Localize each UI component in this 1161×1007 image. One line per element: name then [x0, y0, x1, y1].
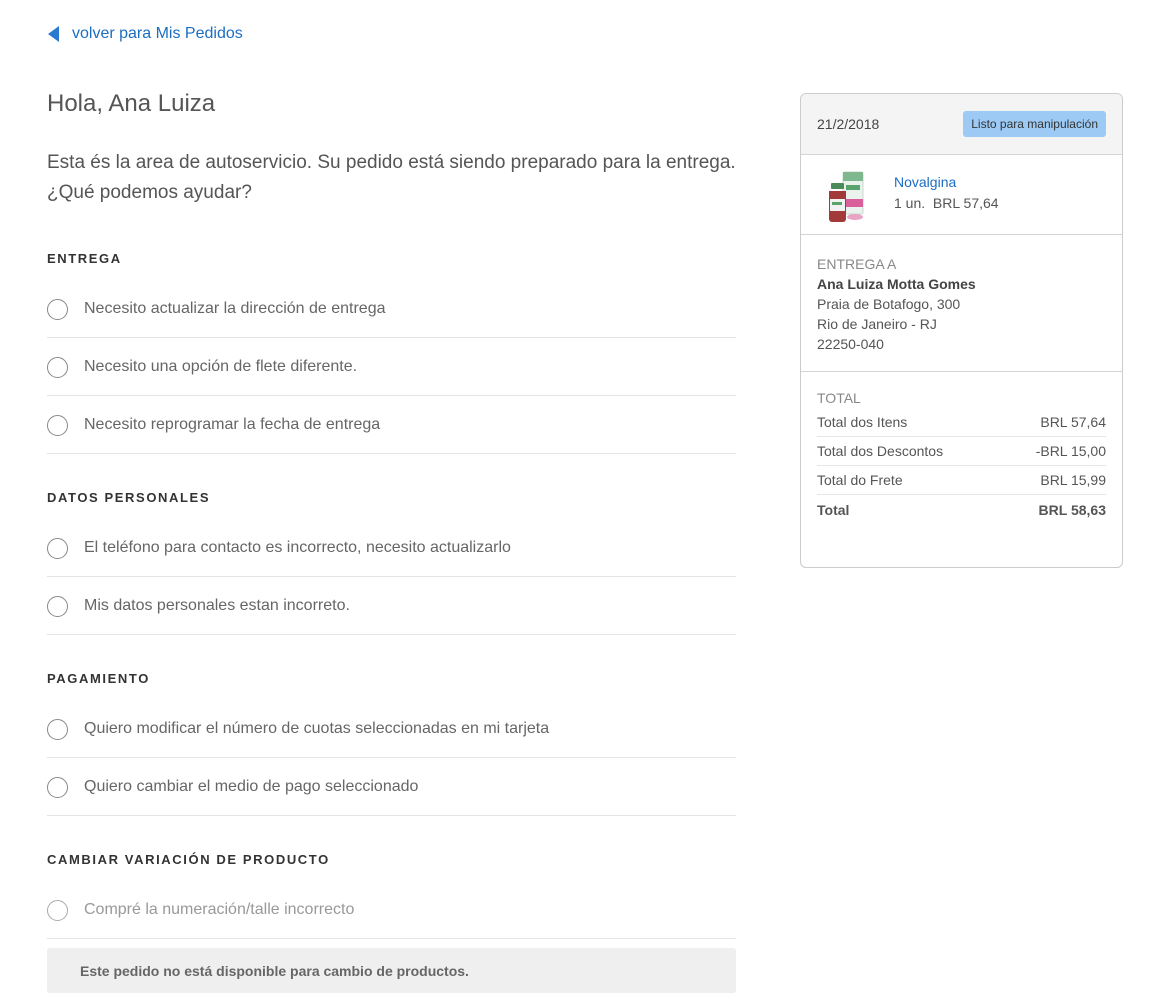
- order-card-header: 21/2/2018 Listo para manipulación: [801, 94, 1122, 155]
- option-label: Necesito una opción de flete diferente.: [84, 357, 358, 375]
- delivery-label: ENTREGA A: [817, 256, 897, 272]
- back-to-orders-link[interactable]: volver para Mis Pedidos: [48, 25, 243, 43]
- option-reschedule-delivery[interactable]: Necesito reprogramar la fecha de entrega: [47, 396, 736, 454]
- self-service-main: Hola, Ana Luiza Esta és la area de autos…: [47, 88, 736, 993]
- product-item: Novalgina 1 un. BRL 57,64: [801, 155, 1122, 235]
- total-items-row: Total dos Itens BRL 57,64: [817, 408, 1106, 437]
- radio-icon[interactable]: [47, 299, 68, 320]
- section-cambiar-variacion: CAMBIAR VARIACIÓN DE PRODUCTO Compré la …: [47, 852, 736, 993]
- total-row-label: Total dos Itens: [817, 414, 908, 430]
- total-row-value: -BRL 15,00: [1035, 443, 1106, 459]
- option-update-address[interactable]: Necesito actualizar la dirección de entr…: [47, 280, 736, 338]
- option-personal-data-incorrect[interactable]: Mis datos personales estan incorreto.: [47, 577, 736, 635]
- option-label: El teléfono para contacto es incorrecto,…: [84, 538, 511, 556]
- section-title-datos-personales: DATOS PERSONALES: [47, 490, 211, 505]
- option-different-shipping[interactable]: Necesito una opción de flete diferente.: [47, 338, 736, 396]
- options-cambiar-variacion: Compré la numeración/talle incorrecto: [47, 881, 736, 939]
- total-row-label: Total dos Descontos: [817, 443, 944, 459]
- radio-icon[interactable]: [47, 596, 68, 617]
- total-row-value: BRL 15,99: [1040, 472, 1106, 488]
- greeting-title: Hola, Ana Luiza: [47, 90, 216, 117]
- recipient-name: Ana Luiza Motta Gomes: [817, 276, 976, 292]
- total-shipping-row: Total do Frete BRL 15,99: [817, 466, 1106, 495]
- radio-icon[interactable]: [47, 415, 68, 436]
- option-label: Mis datos personales estan incorreto.: [84, 596, 350, 614]
- options-entrega: Necesito actualizar la dirección de entr…: [47, 280, 736, 454]
- option-label: Necesito actualizar la dirección de entr…: [84, 299, 386, 317]
- section-datos-personales: DATOS PERSONALES El teléfono para contac…: [47, 490, 736, 635]
- total-row-value: BRL 58,63: [1038, 501, 1106, 518]
- radio-icon: [47, 900, 68, 921]
- product-image: [825, 169, 867, 225]
- options-datos-personales: El teléfono para contacto es incorrecto,…: [47, 519, 736, 635]
- options-pagamiento: Quiero modificar el número de cuotas sel…: [47, 700, 736, 816]
- total-discounts-row: Total dos Descontos -BRL 15,00: [817, 437, 1106, 466]
- radio-icon[interactable]: [47, 777, 68, 798]
- option-label: Necesito reprogramar la fecha de entrega: [84, 415, 381, 433]
- exchange-unavailable-notice: Este pedido no está disponible para camb…: [47, 948, 736, 993]
- product-info: Novalgina 1 un. BRL 57,64: [894, 169, 999, 234]
- option-change-payment-method[interactable]: Quiero cambiar el medio de pago seleccio…: [47, 758, 736, 816]
- radio-icon[interactable]: [47, 357, 68, 378]
- product-quantity: 1 un.: [894, 195, 926, 211]
- delivery-address: ENTREGA A Ana Luiza Motta Gomes Praia de…: [801, 235, 1122, 372]
- back-link-label: volver para Mis Pedidos: [72, 25, 243, 42]
- section-title-pagamiento: PAGAMIENTO: [47, 671, 150, 686]
- status-badge: Listo para manipulación: [963, 111, 1106, 137]
- total-row-label: Total: [817, 501, 850, 518]
- option-label: Compré la numeración/talle incorrecto: [84, 900, 355, 918]
- product-box-icon: [829, 171, 864, 222]
- address-street: Praia de Botafogo, 300: [817, 296, 961, 312]
- radio-icon[interactable]: [47, 538, 68, 559]
- grand-total-row: Total BRL 58,63: [817, 495, 1106, 524]
- section-entrega: ENTREGA Necesito actualizar la dirección…: [47, 251, 736, 454]
- intro-text: Esta és la area de autoservicio. Su pedi…: [47, 152, 736, 203]
- order-totals: TOTAL Total dos Itens BRL 57,64 Total do…: [801, 372, 1122, 524]
- order-summary-card: 21/2/2018 Listo para manipulación Novalg…: [800, 93, 1123, 568]
- option-label: Quiero cambiar el medio de pago seleccio…: [84, 777, 419, 795]
- totals-label: TOTAL: [817, 390, 861, 406]
- option-modify-installments[interactable]: Quiero modificar el número de cuotas sel…: [47, 700, 736, 758]
- option-label: Quiero modificar el número de cuotas sel…: [84, 719, 550, 737]
- section-title-entrega: ENTREGA: [47, 251, 122, 266]
- product-price: BRL 57,64: [932, 195, 999, 211]
- option-update-phone[interactable]: El teléfono para contacto es incorrecto,…: [47, 519, 736, 577]
- option-wrong-size: Compré la numeración/talle incorrecto: [47, 881, 736, 939]
- total-row-label: Total do Frete: [817, 472, 903, 488]
- radio-icon[interactable]: [47, 719, 68, 740]
- section-title-cambiar-variacion: CAMBIAR VARIACIÓN DE PRODUCTO: [47, 852, 330, 867]
- address-zip: 22250-040: [817, 336, 884, 352]
- total-row-value: BRL 57,64: [1040, 414, 1106, 430]
- back-arrow-icon: [48, 26, 59, 42]
- section-pagamiento: PAGAMIENTO Quiero modificar el número de…: [47, 671, 736, 816]
- product-qty-price: 1 un. BRL 57,64: [894, 195, 999, 211]
- address-city: Rio de Janeiro - RJ: [817, 316, 937, 332]
- product-name-link[interactable]: Novalgina: [894, 174, 999, 190]
- order-date: 21/2/2018: [817, 116, 880, 132]
